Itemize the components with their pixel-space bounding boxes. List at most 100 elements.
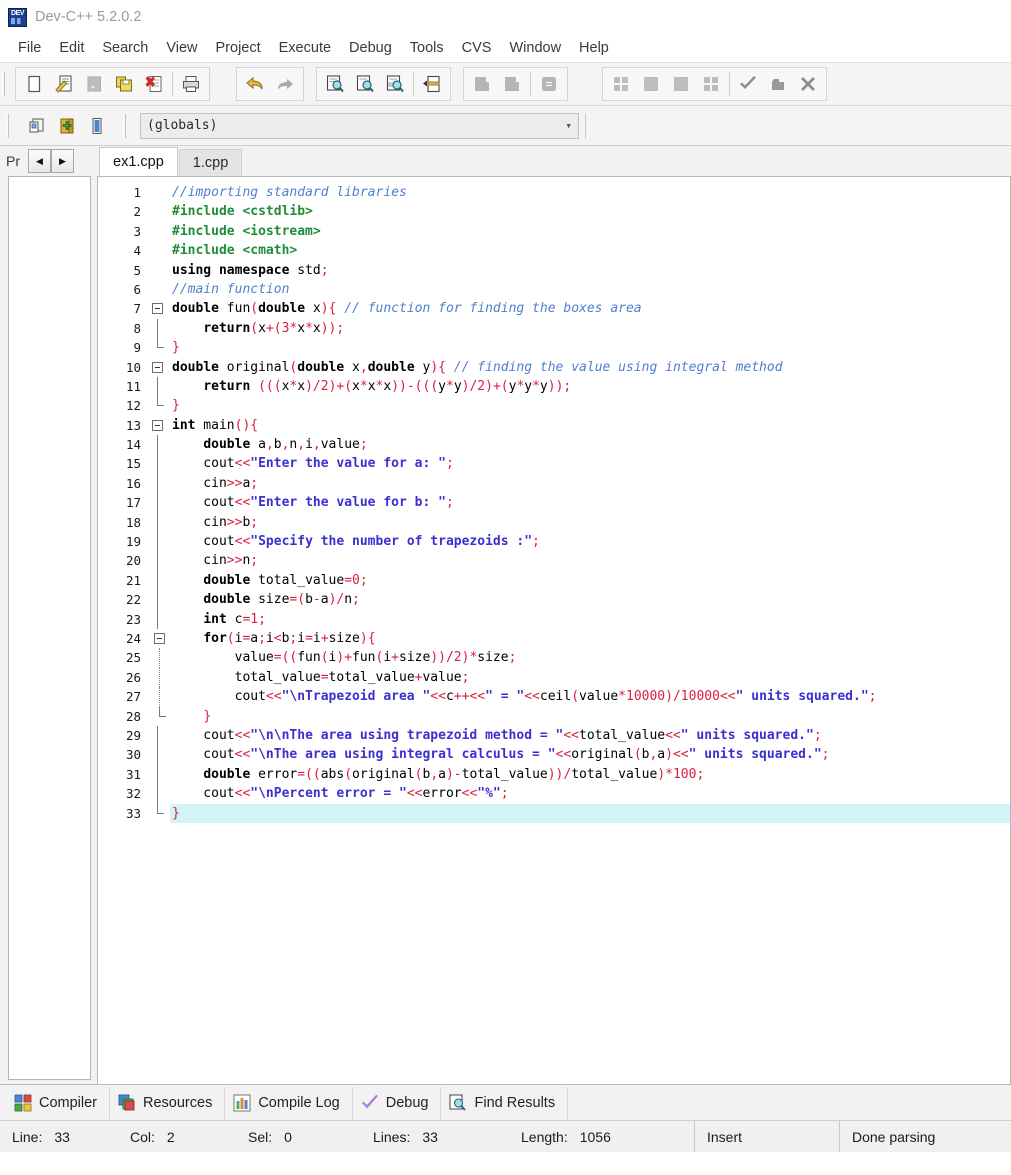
scope-combobox[interactable]: (globals) ▾ bbox=[140, 112, 579, 139]
code-line[interactable]: cout<<"\n\nThe area using trapezoid meth… bbox=[170, 726, 1010, 745]
code-line[interactable]: int main(){ bbox=[170, 416, 1010, 435]
line-number-gutter: 1 2 3 4 5 6 7 8 9 10 11 12 13 14 15 16 17 18 19 20 21 22 23 24 2… bbox=[98, 177, 148, 1084]
line-number: 32 bbox=[125, 786, 141, 802]
code-line[interactable]: total_value=total_value+value; bbox=[170, 668, 1010, 687]
bottom-tab-compile-log[interactable]: Compile Log bbox=[225, 1086, 353, 1119]
code-line[interactable]: cin>>n; bbox=[170, 551, 1010, 570]
project-tab-label[interactable]: Pr bbox=[6, 153, 28, 169]
code-line[interactable]: } bbox=[170, 396, 1010, 415]
fold-collapse-icon[interactable] bbox=[152, 361, 163, 373]
menu-file[interactable]: File bbox=[9, 38, 50, 58]
tab-scroll-right-button[interactable]: ▶ bbox=[51, 149, 74, 173]
print-icon[interactable] bbox=[176, 69, 206, 99]
code-line[interactable]: } bbox=[170, 707, 1010, 726]
code-line[interactable]: return(x+(3*x*x)); bbox=[170, 319, 1010, 338]
code-token-pre: #include <cmath> bbox=[172, 243, 298, 259]
add-to-project-icon[interactable] bbox=[52, 111, 82, 141]
code-line[interactable]: double size=(b-a)/n; bbox=[170, 590, 1010, 609]
code-line[interactable]: //main function bbox=[170, 280, 1010, 299]
code-line[interactable]: cout<<"Enter the value for a: "; bbox=[170, 454, 1010, 473]
find-icon[interactable] bbox=[320, 69, 350, 99]
save-file-icon bbox=[79, 69, 109, 99]
code-line[interactable]: value=((fun(i)+fun(i+size))/2)*size; bbox=[170, 648, 1010, 667]
close-file-icon[interactable] bbox=[139, 69, 169, 99]
stop-execution-icon bbox=[636, 69, 666, 99]
combo-gripper[interactable] bbox=[123, 113, 126, 138]
code-line[interactable]: //importing standard libraries bbox=[170, 183, 1010, 202]
menu-edit[interactable]: Edit bbox=[50, 38, 93, 58]
code-line[interactable]: int c=1; bbox=[170, 610, 1010, 629]
menu-project[interactable]: Project bbox=[207, 38, 270, 58]
fold-cell bbox=[148, 551, 170, 571]
bottom-tab-compiler[interactable]: Compiler bbox=[6, 1086, 111, 1119]
find-next-icon[interactable] bbox=[350, 69, 380, 99]
bottom-tab-debug[interactable]: Debug bbox=[353, 1086, 442, 1119]
code-line[interactable]: return (((x*x)/2)+(x*x*x))-(((y*y)/2)+(y… bbox=[170, 377, 1010, 396]
menu-search[interactable]: Search bbox=[93, 38, 157, 58]
code-line[interactable]: cout<<"\nThe area using integral calculu… bbox=[170, 745, 1010, 764]
fold-collapse-icon[interactable] bbox=[152, 303, 163, 315]
fold-cell bbox=[148, 512, 170, 533]
open-file-icon[interactable] bbox=[49, 69, 79, 99]
tab-scroll-left-button[interactable]: ◀ bbox=[28, 149, 51, 173]
code-line[interactable]: } bbox=[170, 338, 1010, 357]
code-line[interactable]: } bbox=[170, 803, 1010, 823]
menu-execute[interactable]: Execute bbox=[270, 38, 340, 58]
new-file-icon[interactable] bbox=[19, 69, 49, 99]
code-line[interactable]: double fun(double x){ // function for fi… bbox=[170, 299, 1010, 318]
status-insert-mode[interactable]: Insert bbox=[694, 1121, 839, 1152]
code-line[interactable]: #include <cmath> bbox=[170, 241, 1010, 260]
code-line[interactable]: double error=((abs(original(b,a)-total_v… bbox=[170, 765, 1010, 784]
menu-window[interactable]: Window bbox=[500, 38, 570, 58]
code-line[interactable]: double a,b,n,i,value; bbox=[170, 435, 1010, 454]
file-tab-ex1-cpp[interactable]: ex1.cpp bbox=[99, 147, 178, 176]
save-all-icon[interactable] bbox=[109, 69, 139, 99]
code-line[interactable]: cout<<"Specify the number of trapezoids … bbox=[170, 532, 1010, 551]
fold-cell[interactable] bbox=[148, 416, 170, 435]
code-line[interactable]: #include <cstdlib> bbox=[170, 202, 1010, 221]
menu-tools[interactable]: Tools bbox=[401, 38, 453, 58]
code-line[interactable]: cin>>b; bbox=[170, 513, 1010, 532]
code-token-sym: << bbox=[234, 727, 251, 743]
code-token-kw: double bbox=[172, 301, 219, 317]
code-line[interactable]: using namespace std; bbox=[170, 261, 1010, 280]
code-line[interactable]: for(i=a;i<b;i=i+size){ bbox=[170, 629, 1010, 648]
remove-from-project-icon[interactable] bbox=[82, 111, 112, 141]
toolbar-gripper-2[interactable] bbox=[6, 113, 9, 138]
undo-icon[interactable] bbox=[240, 69, 270, 99]
goto-line-icon[interactable] bbox=[417, 69, 447, 99]
code-line[interactable]: #include <iostream> bbox=[170, 222, 1010, 241]
replace-icon[interactable] bbox=[380, 69, 410, 99]
code-line[interactable]: cout<<"\nPercent error = "<<error<<"%"; bbox=[170, 784, 1010, 803]
file-tab-1-cpp[interactable]: 1.cpp bbox=[178, 149, 243, 176]
menu-debug[interactable]: Debug bbox=[340, 38, 401, 58]
fold-cell[interactable] bbox=[148, 629, 170, 648]
code-line[interactable]: double original(double x,double y){ // f… bbox=[170, 358, 1010, 377]
bottom-tab-resources[interactable]: Resources bbox=[110, 1086, 226, 1119]
menu-cvs[interactable]: CVS bbox=[453, 38, 501, 58]
toolbar-separator bbox=[729, 72, 730, 96]
new-project-icon[interactable] bbox=[22, 111, 52, 141]
code-line[interactable]: double total_value=0; bbox=[170, 571, 1010, 590]
bottom-tab-find-results[interactable]: Find Results bbox=[441, 1086, 569, 1119]
fold-collapse-icon[interactable] bbox=[154, 632, 165, 644]
code-token-kw: double bbox=[203, 592, 251, 608]
code-token-sym: =(( bbox=[297, 766, 321, 782]
fold-collapse-icon[interactable] bbox=[152, 419, 163, 431]
toolbar-gripper[interactable] bbox=[2, 72, 5, 96]
code-folding-column[interactable] bbox=[148, 177, 170, 1084]
fold-cell[interactable] bbox=[148, 299, 170, 318]
code-text-area[interactable]: //importing standard libraries #include <… bbox=[170, 177, 1010, 1084]
code-line[interactable]: cout<<"Enter the value for b: "; bbox=[170, 493, 1010, 512]
code-line[interactable]: cout<<"\nTrapezoid area "<<c++<<" = "<<c… bbox=[170, 687, 1010, 706]
chevron-down-icon[interactable]: ▾ bbox=[565, 119, 572, 132]
code-editor[interactable]: 1 2 3 4 5 6 7 8 9 10 11 12 13 14 15 16 17 18 19 20 21 22 23 24 2… bbox=[97, 176, 1011, 1084]
compiler-grid-icon bbox=[14, 1094, 32, 1112]
code-token-str: "\nPercent error = " bbox=[250, 786, 407, 802]
code-line[interactable]: cin>>a; bbox=[170, 474, 1010, 493]
redo-icon bbox=[270, 69, 300, 99]
fold-cell[interactable] bbox=[148, 358, 170, 377]
project-tree[interactable] bbox=[8, 176, 91, 1080]
menu-view[interactable]: View bbox=[157, 38, 206, 58]
menu-help[interactable]: Help bbox=[570, 38, 618, 58]
